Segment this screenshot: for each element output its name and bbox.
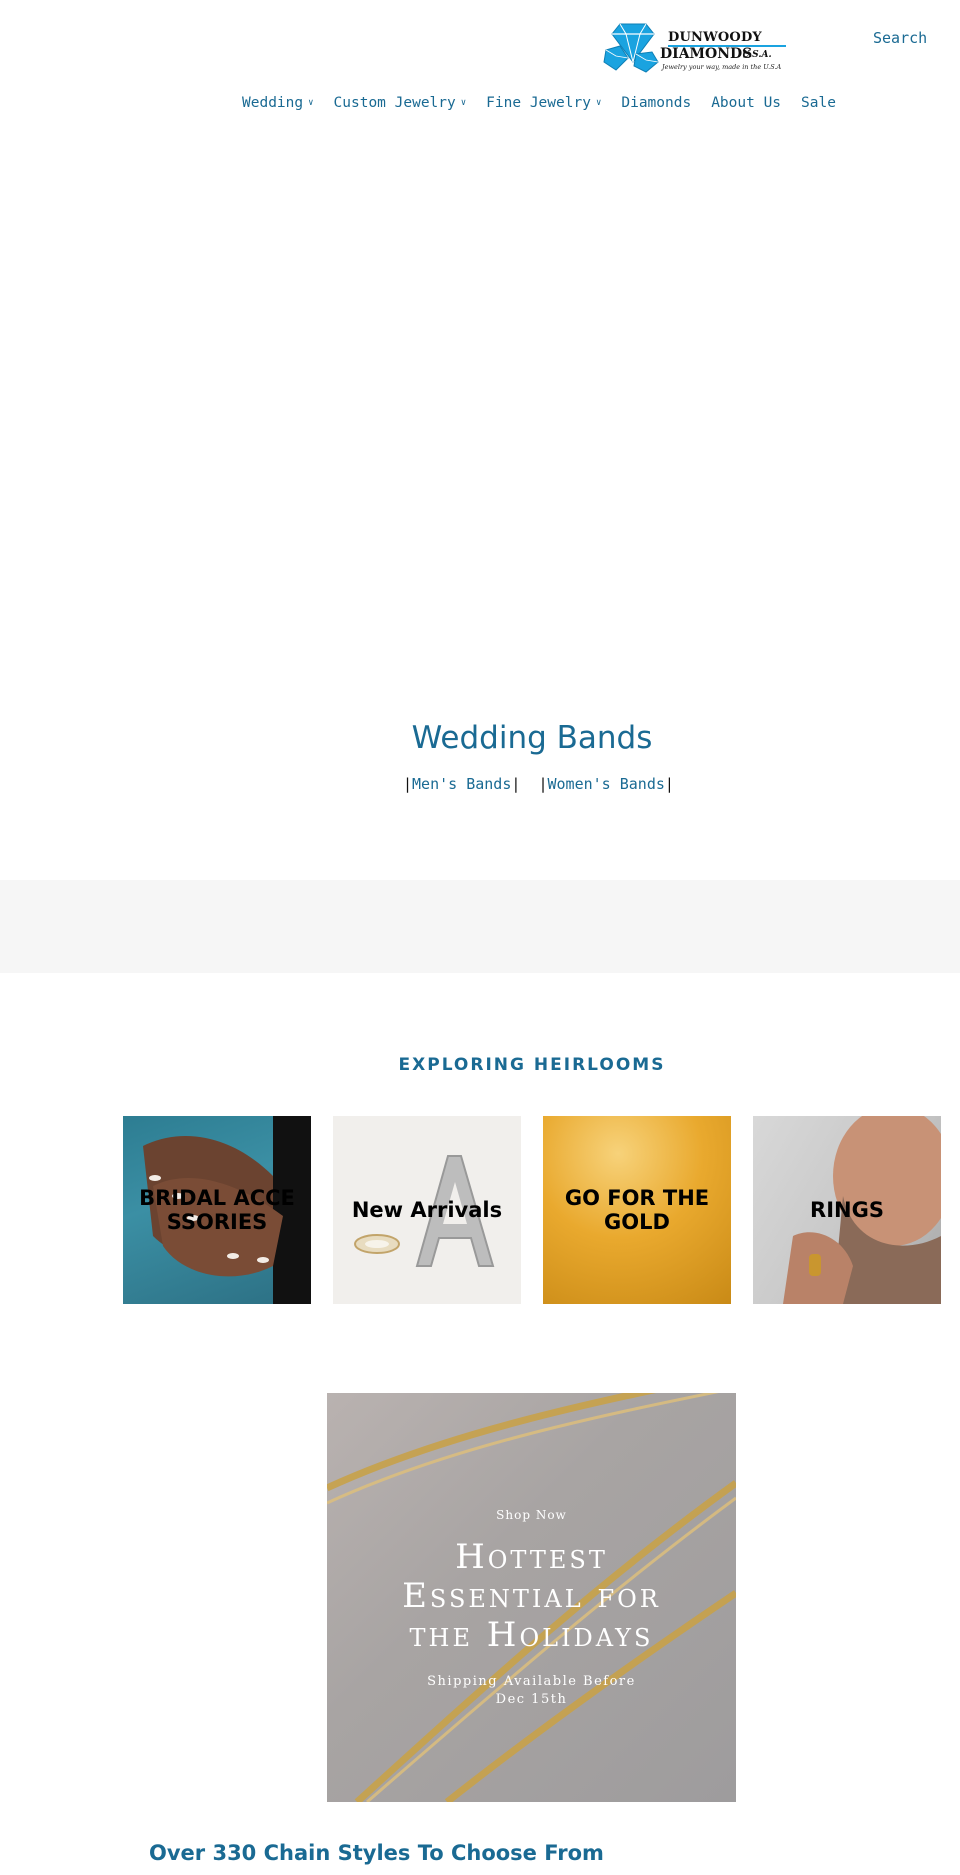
separator: | (664, 775, 674, 793)
nav-item-sale[interactable]: Sale (801, 95, 836, 111)
grey-banner-band (0, 880, 960, 973)
promo-shipping-line: Shipping Available Before (427, 1674, 636, 1689)
main-nav: Wedding ∨ Custom Jewelry ∨ Fine Jewelry ∨ D… (242, 95, 856, 111)
tile-bridal-accessories[interactable]: BRIDAL ACCESSORIES (123, 1116, 311, 1304)
womens-bands-link[interactable]: Women's Bands (548, 775, 665, 793)
logo-wordmark-top: DUNWOODY (668, 30, 762, 45)
nav-item-label: Wedding (242, 95, 304, 111)
promo-shipping-note: Shipping Available Before Dec 15th (327, 1673, 736, 1708)
promo-headline-line: Essential for (402, 1576, 661, 1617)
diamond-logo-icon (603, 23, 659, 73)
nav-item-about-us[interactable]: About Us (711, 95, 781, 111)
promo-headline-line: Hottest (455, 1537, 608, 1577)
chain-styles-heading: Over 330 Chain Styles To Choose From (149, 1841, 604, 1865)
chevron-down-icon: ∨ (595, 98, 602, 108)
holiday-promo-banner[interactable]: Shop Now Hottest Essential for the Holid… (327, 1393, 736, 1802)
nav-item-label: Diamonds (621, 95, 692, 111)
search-link[interactable]: Search (873, 29, 927, 47)
promo-headline-line: the Holidays (409, 1615, 654, 1656)
hero-band-links: |Men's Bands| |Women's Bands| (403, 775, 674, 793)
chevron-down-icon: ∨ (308, 98, 314, 108)
tile-rings[interactable]: RINGS (753, 1116, 941, 1304)
separator: | | (511, 775, 548, 793)
nav-item-label: Fine Jewelry (486, 95, 591, 111)
logo-tagline: Jewelry your way, made in the U.S.A (662, 63, 782, 71)
tile-label: RINGS (810, 1197, 884, 1222)
mens-bands-link[interactable]: Men's Bands (412, 775, 511, 793)
tile-label: BRIDAL ACCESSORIES (139, 1185, 295, 1234)
chevron-down-icon: ∨ (460, 98, 467, 108)
tile-go-for-the-gold[interactable]: GO FOR THE GOLD (543, 1116, 731, 1304)
tile-label: GO FOR THE GOLD (564, 1185, 710, 1234)
hero-title: Wedding Bands (411, 720, 653, 756)
site-logo[interactable]: DUNWOODY DIAMONDS U.S.A. Jewelry your wa… (602, 22, 790, 74)
promo-shop-now: Shop Now (496, 1508, 567, 1522)
separator: | (403, 775, 413, 793)
nav-item-custom-jewelry[interactable]: Custom Jewelry ∨ (334, 95, 467, 111)
nav-item-fine-jewelry[interactable]: Fine Jewelry ∨ (486, 95, 601, 111)
tile-label: New Arrivals (351, 1197, 503, 1222)
heirlooms-title: EXPLORING HEIRLOOMS (398, 1055, 666, 1075)
promo-shipping-line: Dec 15th (495, 1691, 568, 1707)
logo-suffix: U.S.A. (742, 50, 772, 60)
promo-headline: Hottest Essential for the Holidays (327, 1537, 736, 1656)
nav-item-wedding[interactable]: Wedding ∨ (242, 95, 314, 111)
nav-item-label: About Us (711, 95, 782, 111)
logo-wordmark-bottom: DIAMONDS (660, 46, 753, 62)
nav-item-label: Sale (801, 95, 836, 111)
tile-new-arrivals[interactable]: New Arrivals (333, 1116, 521, 1304)
nav-item-label: Custom Jewelry (333, 95, 456, 111)
nav-item-diamonds[interactable]: Diamonds (621, 95, 691, 111)
